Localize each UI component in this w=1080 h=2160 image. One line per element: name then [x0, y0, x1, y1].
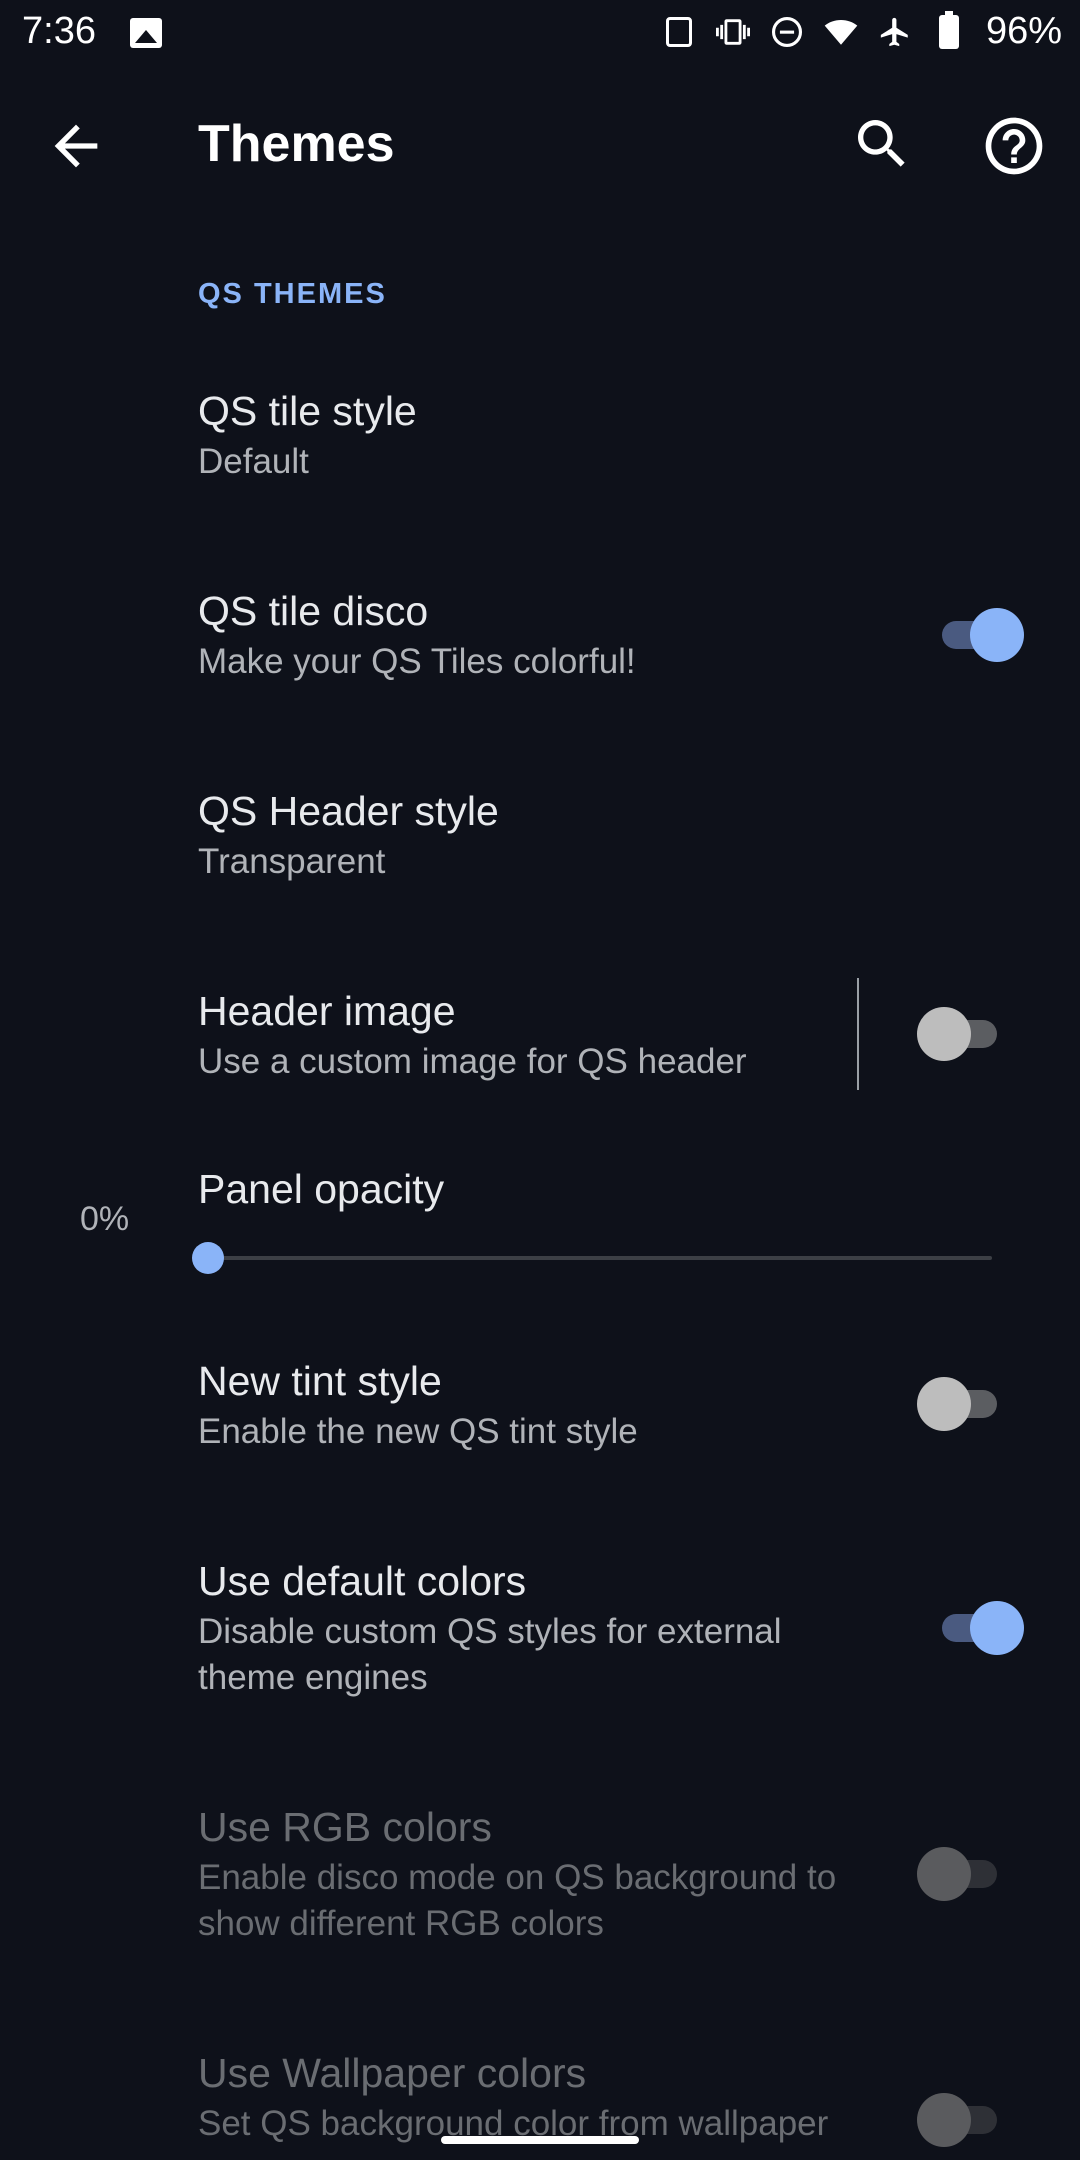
help-icon [985, 117, 1043, 175]
divider [857, 978, 859, 1090]
vibrate-icon [715, 15, 750, 49]
search-icon [858, 120, 905, 167]
page-title: Themes [198, 115, 395, 173]
status-time: 7:36 [22, 10, 96, 52]
pref-use-default-colors[interactable]: Use default colors Disable custom QS sty… [198, 1553, 878, 1701]
section-header-qs-themes: QS THEMES [198, 278, 387, 310]
pref-summary: Transparent [198, 842, 386, 881]
pref-summary: Enable the new QS tint style [198, 1412, 638, 1451]
pref-qs-tile-style[interactable]: QS tile style Default [198, 383, 898, 485]
pref-summary: Default [198, 442, 309, 481]
pref-title: New tint style [198, 1358, 442, 1404]
pref-new-tint-style[interactable]: New tint style Enable the new QS tint st… [198, 1353, 898, 1455]
pref-summary: Enable disco mode on QS background to sh… [198, 1858, 837, 1943]
battery-icon [932, 10, 966, 49]
qs-tile-disco-switch[interactable] [932, 605, 1024, 665]
airplane-icon [878, 15, 912, 49]
back-button[interactable] [44, 114, 108, 178]
pref-title: QS Header style [198, 788, 499, 834]
gesture-nav-handle[interactable] [441, 2136, 639, 2144]
pref-summary: Use a custom image for QS header [198, 1042, 747, 1081]
pref-header-image[interactable]: Header image Use a custom image for QS h… [198, 983, 838, 1085]
pref-summary: Make your QS Tiles colorful! [198, 642, 636, 681]
do-not-disturb-icon [770, 15, 804, 49]
battery-percent: 96% [985, 10, 1062, 52]
panel-opacity-slider-track[interactable] [208, 1256, 992, 1260]
status-bar: 7:36 96% [0, 0, 1080, 68]
pref-title: Use default colors [198, 1558, 527, 1604]
pref-title: Use Wallpaper colors [198, 2050, 587, 2096]
pref-use-rgb-colors: Use RGB colors Enable disco mode on QS b… [198, 1799, 878, 1947]
header-image-switch[interactable] [917, 1004, 1007, 1064]
use-wallpaper-colors-switch [917, 2090, 1007, 2150]
pref-title: Panel opacity [198, 1166, 445, 1212]
pref-qs-header-style[interactable]: QS Header style Transparent [198, 783, 898, 885]
search-button[interactable] [850, 112, 914, 176]
panel-opacity-slider-thumb[interactable] [192, 1242, 224, 1274]
wifi-icon [824, 15, 858, 49]
pref-title: Use RGB colors [198, 1804, 492, 1850]
use-rgb-colors-switch [917, 1844, 1007, 1904]
nfc-icon [662, 15, 696, 49]
help-button[interactable] [980, 112, 1048, 180]
panel-opacity-value: 0% [80, 1200, 130, 1238]
image-icon [130, 18, 162, 48]
pref-title: Header image [198, 988, 456, 1034]
pref-summary: Disable custom QS styles for external th… [198, 1612, 782, 1697]
pref-panel-opacity: Panel opacity [198, 1161, 898, 1217]
app-bar: Themes [0, 68, 1080, 220]
pref-use-wallpaper-colors: Use Wallpaper colors Set QS background c… [198, 2045, 878, 2147]
use-default-colors-switch[interactable] [932, 1598, 1024, 1658]
status-icons: 96% [662, 10, 1062, 53]
pref-title: QS tile disco [198, 588, 429, 634]
pref-qs-tile-disco[interactable]: QS tile disco Make your QS Tiles colorfu… [198, 583, 898, 685]
new-tint-style-switch[interactable] [917, 1374, 1007, 1434]
arrow-back-icon [54, 124, 98, 168]
pref-title: QS tile style [198, 388, 417, 434]
